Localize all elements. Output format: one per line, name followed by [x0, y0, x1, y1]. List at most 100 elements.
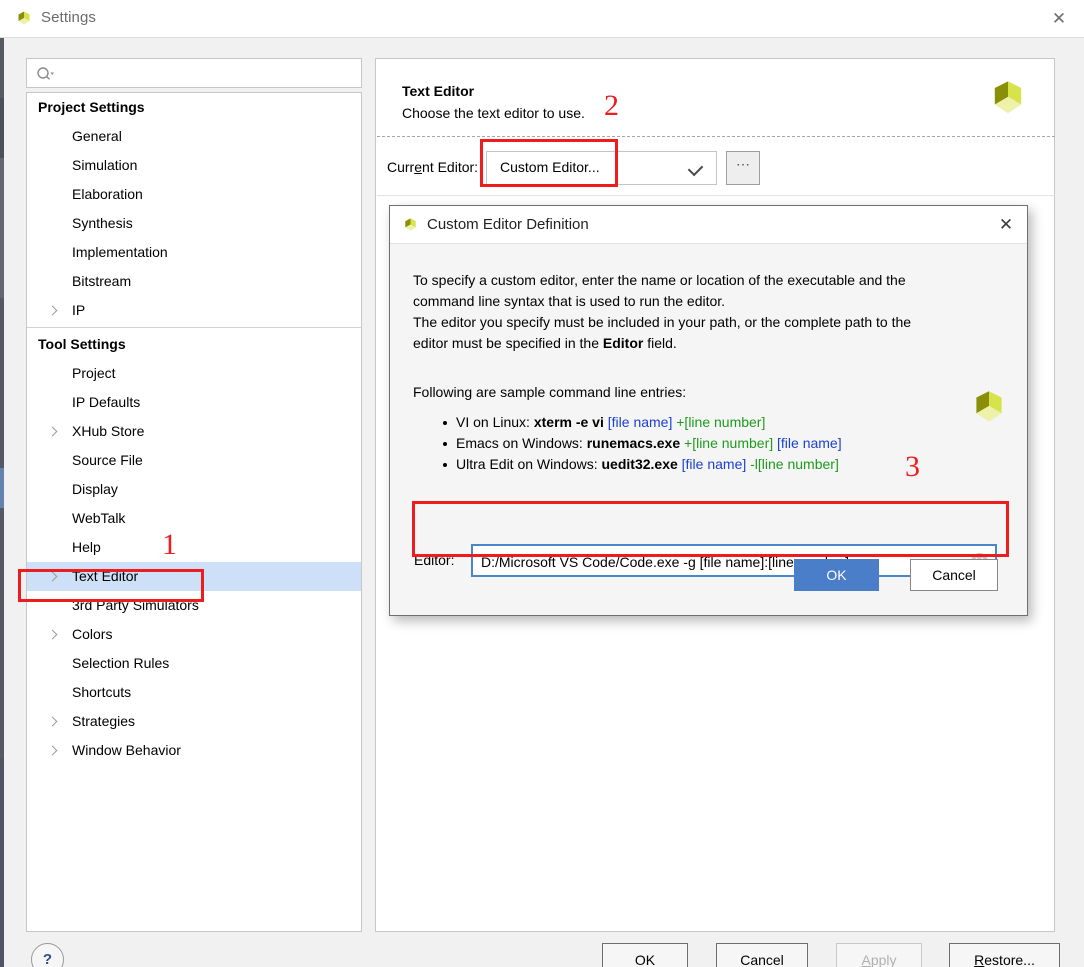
- samples-intro: Following are sample command line entrie…: [413, 384, 687, 400]
- tree-group-project-settings: Project Settings: [38, 99, 145, 115]
- row-divider: [377, 195, 1055, 196]
- sample-2-command: uedit32.exe: [601, 456, 678, 472]
- list-item: Emacs on Windows: runemacs.exe +[line nu…: [443, 433, 842, 454]
- sidebar-item-source-file[interactable]: Source File: [27, 446, 361, 475]
- editor-field-label: Editor:: [414, 552, 455, 568]
- ok-button-label: OK: [634, 951, 656, 967]
- page-title: Text Editor: [402, 83, 475, 99]
- window-titlebar: Settings ✕: [0, 0, 1084, 38]
- apply-button-label: Apply: [861, 952, 896, 967]
- vivado-logo-icon: [986, 77, 1030, 121]
- sidebar-item-selection-rules[interactable]: Selection Rules: [27, 649, 361, 678]
- current-editor-label-post: nt Editor:: [422, 159, 479, 175]
- panel-divider: [377, 136, 1055, 137]
- sample-0-file-token: [file name]: [603, 414, 673, 430]
- apply-rest: pply: [870, 951, 897, 967]
- search-icon: [36, 66, 54, 82]
- dialog-cancel-button[interactable]: Cancel: [910, 559, 998, 591]
- apply-button: Apply: [836, 943, 922, 967]
- sidebar-item-display[interactable]: Display: [27, 475, 361, 504]
- dialog-close-icon[interactable]: ✕: [993, 213, 1019, 237]
- page-subtitle: Choose the text editor to use.: [402, 105, 585, 121]
- panel-header: Text Editor Choose the text editor to us…: [376, 59, 1054, 136]
- dialog-description-line3a: The editor you specify must be included …: [413, 314, 912, 330]
- sample-1-line-token: +[line number]: [680, 435, 774, 451]
- sample-1-prefix: Emacs on Windows:: [456, 435, 587, 451]
- dialog-ok-label: OK: [826, 567, 847, 583]
- dialog-ok-button[interactable]: OK: [794, 559, 879, 591]
- current-editor-dropdown[interactable]: Custom Editor...: [486, 151, 717, 185]
- restore-button-label: Restore...: [974, 952, 1035, 967]
- current-editor-label-pre: Curr: [387, 159, 415, 175]
- sidebar-item-general[interactable]: General: [27, 122, 361, 151]
- restore-mnemonic: R: [974, 951, 985, 967]
- list-item: VI on Linux: xterm -e vi [file name] +[l…: [443, 412, 842, 433]
- sidebar-item-webtalk[interactable]: WebTalk: [27, 504, 361, 533]
- close-icon[interactable]: ✕: [1034, 0, 1084, 37]
- sidebar-item-window-behavior[interactable]: Window Behavior: [27, 736, 361, 765]
- dialog-description-line3: The editor you specify must be included …: [413, 312, 958, 333]
- sample-1-file-token: [file name]: [773, 435, 842, 451]
- sidebar-item-help[interactable]: Help: [27, 533, 361, 562]
- sample-2-prefix: Ultra Edit on Windows:: [456, 456, 602, 472]
- close-glyph: ✕: [1051, 8, 1067, 28]
- sidebar-item-xhub-store[interactable]: XHub Store: [27, 417, 361, 446]
- sidebar-item-ip[interactable]: IP: [27, 296, 361, 325]
- sidebar-item-3rd-party-simulators[interactable]: 3rd Party Simulators: [27, 591, 361, 620]
- sidebar-item-bitstream[interactable]: Bitstream: [27, 267, 361, 296]
- search-box[interactable]: [26, 58, 362, 89]
- sidebar-item-shortcuts[interactable]: Shortcuts: [27, 678, 361, 707]
- sidebar-item-implementation[interactable]: Implementation: [27, 238, 361, 267]
- ok-button[interactable]: OK: [602, 943, 688, 967]
- sample-1-command: runemacs.exe: [586, 435, 681, 451]
- vivado-logo-icon: [14, 9, 34, 29]
- restore-rest: estore...: [984, 951, 1035, 967]
- dialog-title: Custom Editor Definition: [427, 216, 589, 233]
- cancel-button[interactable]: Cancel: [716, 943, 808, 967]
- current-editor-label: Current Editor:: [387, 159, 478, 175]
- ellipsis-icon: ⋯: [736, 156, 750, 172]
- dialog-description: To specify a custom editor, enter the na…: [413, 270, 958, 354]
- browse-editor-button[interactable]: ⋯: [726, 151, 760, 185]
- dialog-titlebar: Custom Editor Definition ✕: [390, 206, 1027, 244]
- apply-mnemonic: A: [861, 951, 871, 967]
- settings-window: Settings ✕ Project Settings General Simu…: [0, 0, 1084, 967]
- help-icon: ?: [42, 951, 53, 967]
- dialog-description-line1: To specify a custom editor, enter the na…: [413, 272, 906, 288]
- sidebar-item-ip-defaults[interactable]: IP Defaults: [27, 388, 361, 417]
- current-editor-value: Custom Editor...: [500, 159, 600, 175]
- current-editor-row: Current Editor: Custom Editor... ⋯: [376, 149, 1054, 189]
- help-button[interactable]: ?: [31, 943, 64, 967]
- sidebar-item-synthesis[interactable]: Synthesis: [27, 209, 361, 238]
- search-input[interactable]: [59, 59, 357, 89]
- sidebar-item-project[interactable]: Project: [27, 359, 361, 388]
- sample-0-prefix: VI on Linux:: [456, 414, 534, 430]
- sidebar-item-text-editor[interactable]: Text Editor: [27, 562, 361, 591]
- vivado-logo-icon: [401, 216, 420, 235]
- list-item: Ultra Edit on Windows: uedit32.exe [file…: [443, 454, 842, 475]
- chevron-down-icon: [687, 160, 704, 177]
- dialog-description-line3b: editor must be specified in the: [413, 335, 603, 351]
- sample-2-line-token: -l[line number]: [746, 456, 839, 472]
- restore-button[interactable]: Restore...: [949, 943, 1060, 967]
- dialog-close-glyph: ✕: [998, 215, 1014, 234]
- custom-editor-dialog: Custom Editor Definition ✕ To specify a …: [389, 205, 1028, 616]
- dialog-description-line2: command line syntax that is used to run …: [413, 293, 726, 309]
- sample-0-command: xterm -e vi: [533, 414, 604, 430]
- sidebar-item-elaboration[interactable]: Elaboration: [27, 180, 361, 209]
- settings-tree[interactable]: Project Settings General Simulation Elab…: [26, 92, 362, 932]
- window-title: Settings: [41, 9, 96, 26]
- editor-input[interactable]: [479, 546, 963, 577]
- sidebar-item-simulation[interactable]: Simulation: [27, 151, 361, 180]
- dialog-description-line3c: field.: [643, 335, 677, 351]
- cancel-button-label: Cancel: [740, 951, 784, 967]
- sample-2-file-token: [file name]: [677, 456, 747, 472]
- sample-command-list: VI on Linux: xterm -e vi [file name] +[l…: [434, 412, 842, 475]
- dialog-cancel-label: Cancel: [932, 567, 976, 583]
- dialog-description-line4: editor must be specified in the Editor f…: [413, 333, 958, 354]
- current-editor-label-mnemonic: e: [414, 159, 423, 175]
- sidebar-item-colors[interactable]: Colors: [27, 620, 361, 649]
- sidebar-item-strategies[interactable]: Strategies: [27, 707, 361, 736]
- tree-group-tool-settings: Tool Settings: [38, 336, 126, 352]
- dialog-description-editor-bold: Editor: [602, 335, 644, 351]
